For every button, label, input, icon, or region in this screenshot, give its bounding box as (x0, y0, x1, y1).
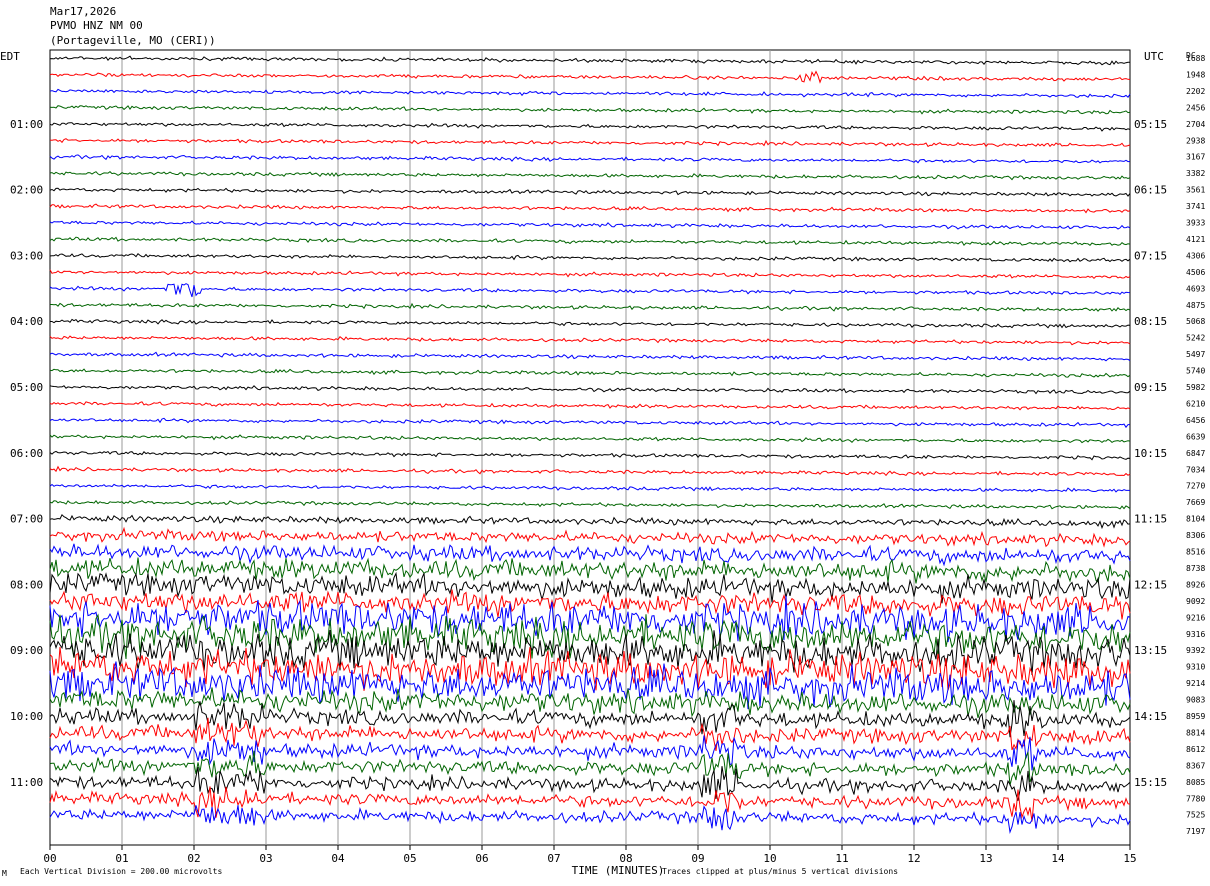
dc-offset-label: 5497 (1186, 350, 1205, 359)
dc-offset-label: 2456 (1186, 103, 1205, 112)
dc-offset-label: 9310 (1186, 663, 1205, 672)
plot-frame (49, 49, 1131, 846)
dc-offset-label: 8104 (1186, 515, 1205, 524)
utc-hour-label: 09:15 (1134, 381, 1167, 394)
utc-hour-label: 05:15 (1134, 118, 1167, 131)
utc-hour-label: 06:15 (1134, 184, 1167, 197)
x-tick-label-06: 06 (475, 852, 488, 865)
edt-hour-label: 01:00 (10, 118, 43, 131)
utc-hour-label: 08:15 (1134, 315, 1167, 328)
dc-offset-label: 4875 (1186, 301, 1205, 310)
utc-hour-label: 10:15 (1134, 447, 1167, 460)
dc-offset-label: 9092 (1186, 597, 1205, 606)
edt-hour-label: 05:00 (10, 381, 43, 394)
dc-offset-label: 5068 (1186, 317, 1205, 326)
x-tick-label-11: 11 (835, 852, 848, 865)
dc-offset-label: 4121 (1186, 235, 1205, 244)
edt-hour-label: 10:00 (10, 710, 43, 723)
dc-offset-label: 2202 (1186, 87, 1205, 96)
dc-offset-label: 8926 (1186, 580, 1205, 589)
x-tick-label-15: 15 (1123, 852, 1136, 865)
dc-offset-label: 2704 (1186, 120, 1205, 129)
x-tick-label-01: 01 (115, 852, 128, 865)
dc-offset-label: 1948 (1186, 70, 1205, 79)
dc-offset-label: 4306 (1186, 251, 1205, 260)
x-tick-label-09: 09 (691, 852, 704, 865)
left-axis-title: EDT (0, 50, 20, 63)
dc-offset-label: 6210 (1186, 399, 1205, 408)
x-tick-label-04: 04 (331, 852, 345, 865)
dc-offset-label: 9083 (1186, 696, 1205, 705)
dc-offset-label: 8612 (1186, 745, 1205, 754)
dc-offset-label: 4506 (1186, 268, 1205, 277)
dc-offset-label: 9216 (1186, 613, 1205, 622)
utc-hour-label: 14:15 (1134, 710, 1167, 723)
dc-offset-label: 8814 (1186, 728, 1205, 737)
x-axis-label: TIME (MINUTES) (572, 864, 665, 877)
dc-offset-label: 2938 (1186, 136, 1205, 145)
dc-offset-label: 9392 (1186, 646, 1205, 655)
dc-offset-label: 1688 (1186, 54, 1205, 63)
x-tick-label-07: 07 (547, 852, 560, 865)
footer-left-note: Each Vertical Division = 200.00 microvol… (20, 867, 222, 876)
dc-offset-label: 9214 (1186, 679, 1205, 688)
right-axis-title: UTC (1144, 50, 1164, 63)
dc-offset-label: 9316 (1186, 630, 1205, 639)
dc-offset-label: 7669 (1186, 498, 1205, 507)
x-tick-label-05: 05 (403, 852, 416, 865)
edt-hour-label: 03:00 (10, 249, 43, 262)
dc-offset-label: 8085 (1186, 778, 1205, 787)
utc-hour-label: 15:15 (1134, 776, 1167, 789)
utc-hour-label: 11:15 (1134, 513, 1167, 526)
dc-offset-label: 3167 (1186, 153, 1205, 162)
dc-offset-label: 8516 (1186, 548, 1205, 557)
dc-offset-label: 5242 (1186, 334, 1205, 343)
corner-mark: M (2, 869, 7, 878)
utc-hour-label: 13:15 (1134, 644, 1167, 657)
x-tick-label-00: 00 (43, 852, 56, 865)
dc-offset-label: 6456 (1186, 416, 1205, 425)
x-tick-label-14: 14 (1051, 852, 1065, 865)
x-tick-label-10: 10 (763, 852, 776, 865)
x-tick-label-02: 02 (187, 852, 200, 865)
edt-hour-label: 06:00 (10, 447, 43, 460)
footer-right-note: Traces clipped at plus/minus 5 vertical … (662, 867, 898, 876)
utc-hour-label: 12:15 (1134, 578, 1167, 591)
dc-offset-label: 6847 (1186, 449, 1205, 458)
edt-hour-label: 04:00 (10, 315, 43, 328)
x-tick-label-03: 03 (259, 852, 272, 865)
dc-offset-label: 3382 (1186, 169, 1205, 178)
x-tick-label-12: 12 (907, 852, 920, 865)
edt-hour-label: 09:00 (10, 644, 43, 657)
edt-hour-label: 11:00 (10, 776, 43, 789)
x-tick-label-13: 13 (979, 852, 992, 865)
dc-offset-label: 5740 (1186, 367, 1205, 376)
dc-offset-label: 8306 (1186, 531, 1205, 540)
dc-offset-label: 7197 (1186, 827, 1205, 836)
dc-offset-label: 6639 (1186, 432, 1205, 441)
dc-offset-label: 3933 (1186, 219, 1205, 228)
edt-hour-label: 08:00 (10, 578, 43, 591)
dc-offset-label: 8367 (1186, 761, 1205, 770)
edt-hour-label: 02:00 (10, 184, 43, 197)
dc-offset-label: 7034 (1186, 465, 1205, 474)
dc-offset-label: 7525 (1186, 811, 1205, 820)
edt-hour-label: 07:00 (10, 513, 43, 526)
dc-offset-label: 5982 (1186, 383, 1205, 392)
dc-offset-label: 4693 (1186, 284, 1205, 293)
dc-offset-label: 3561 (1186, 186, 1205, 195)
utc-hour-label: 07:15 (1134, 249, 1167, 262)
dc-offset-label: 7780 (1186, 794, 1205, 803)
dc-offset-label: 8959 (1186, 712, 1205, 721)
seismogram-plot: 00 01 02 03 04 05 06 07 08 09 10 11 12 13 14 15TIME (MI… (0, 49, 1205, 878)
dc-offset-label: 7270 (1186, 482, 1205, 491)
dc-offset-label: 8738 (1186, 564, 1205, 573)
dc-offset-label: 3741 (1186, 202, 1205, 211)
